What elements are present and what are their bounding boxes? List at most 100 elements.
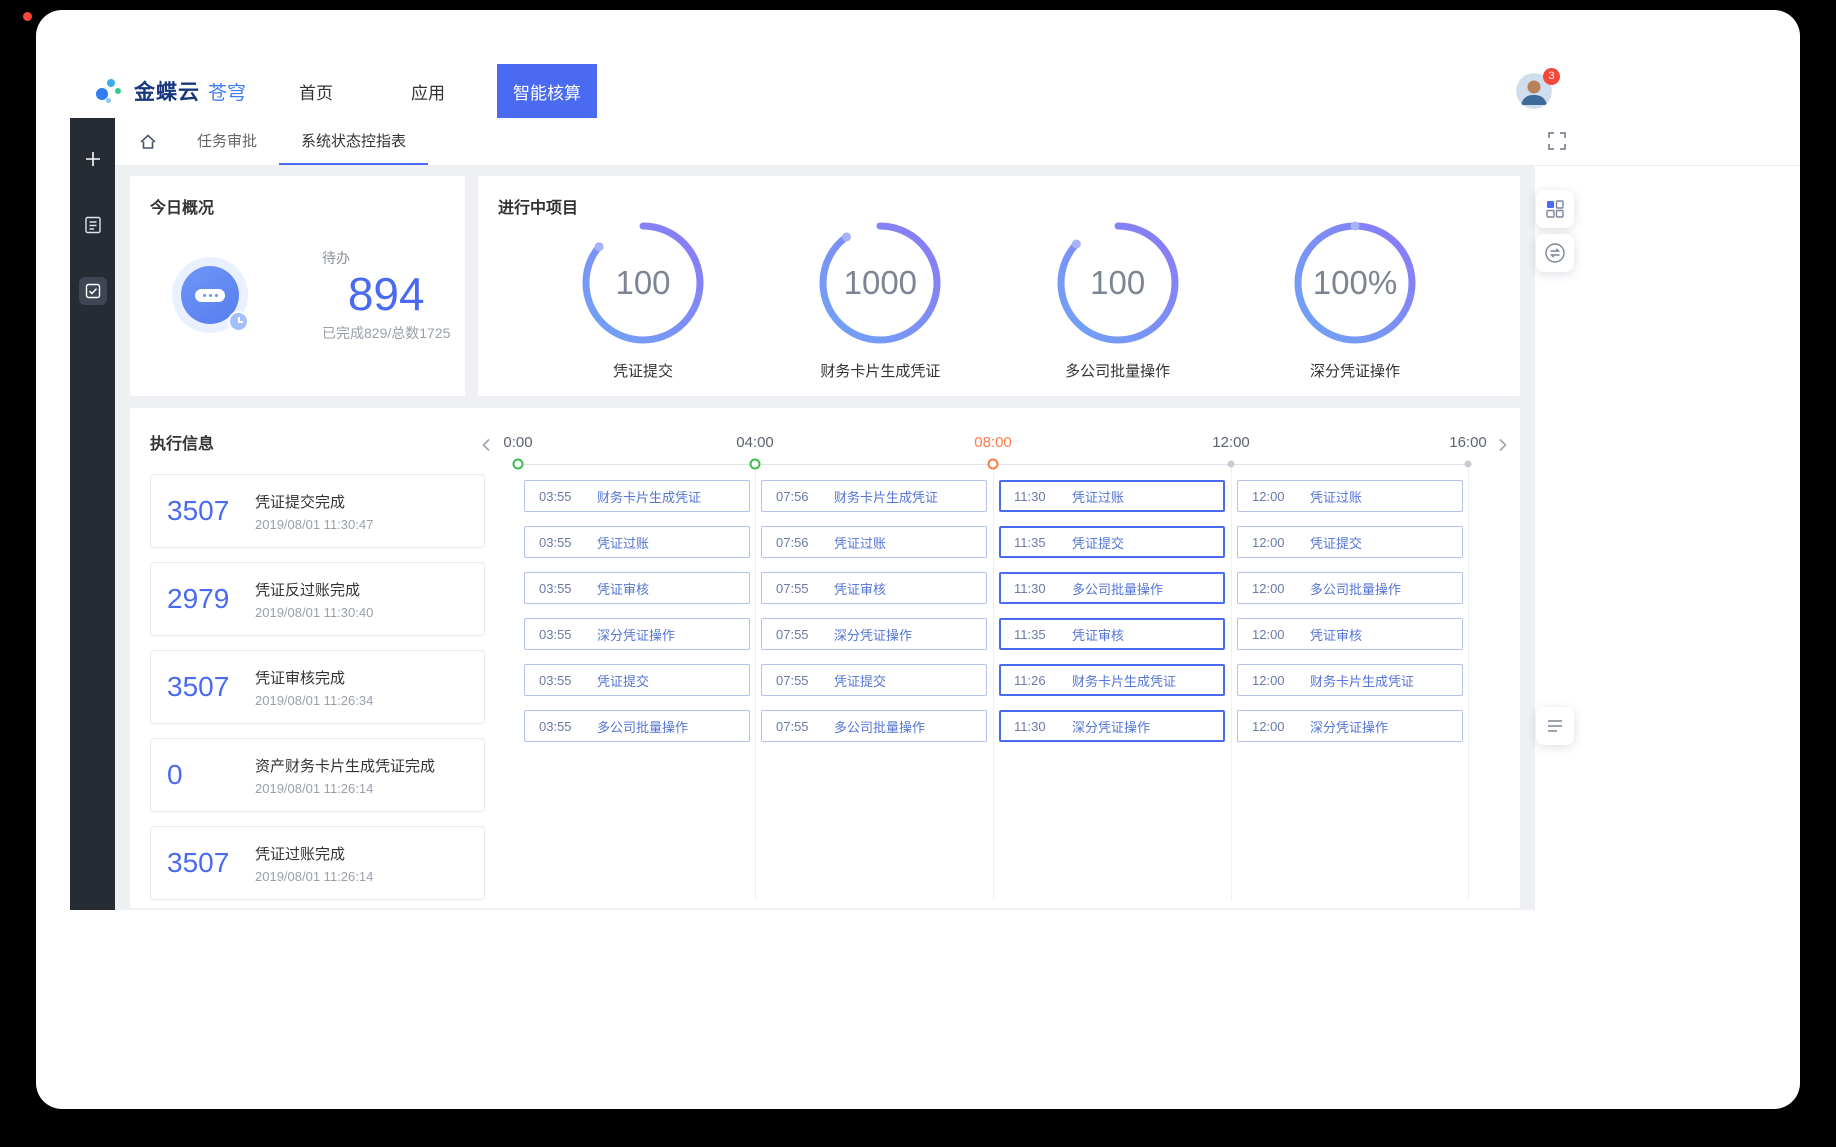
timeline-task[interactable]: 07:56财务卡片生成凭证 <box>761 480 987 512</box>
timeline-task[interactable]: 07:55多公司批量操作 <box>761 710 987 742</box>
sidebar-tasks-button[interactable] <box>78 276 108 306</box>
stat-card-3[interactable]: 3507凭证审核完成2019/08/01 11:26:34 <box>150 650 485 724</box>
task-label: 凭证提交 <box>1310 533 1362 552</box>
task-time: 11:30 <box>1014 489 1072 504</box>
task-label: 凭证过账 <box>1072 487 1124 506</box>
timeline-dot-green <box>513 459 524 470</box>
timeline-task[interactable]: 11:30多公司批量操作 <box>999 572 1225 604</box>
stat-label: 凭证审核完成 <box>255 667 373 688</box>
task-time: 07:56 <box>776 535 834 550</box>
task-label: 凭证提交 <box>1072 533 1124 552</box>
stat-card-5[interactable]: 3507凭证过账完成2019/08/01 11:26:14 <box>150 826 485 900</box>
timeline-task[interactable]: 11:30深分凭证操作 <box>999 710 1225 742</box>
timeline-task[interactable]: 07:55深分凭证操作 <box>761 618 987 650</box>
timeline-dot-gray <box>1465 461 1472 468</box>
timeline-task[interactable]: 12:00深分凭证操作 <box>1237 710 1463 742</box>
task-time: 12:00 <box>1252 627 1310 642</box>
stat-card-2[interactable]: 2979凭证反过账完成2019/08/01 11:30:40 <box>150 562 485 636</box>
timeline-task[interactable]: 12:00财务卡片生成凭证 <box>1237 664 1463 696</box>
timeline-task[interactable]: 03:55多公司批量操作 <box>524 710 750 742</box>
sidebar-forms-button[interactable] <box>78 210 108 240</box>
dashboard-icon <box>1545 199 1565 219</box>
timeline-task[interactable]: 12:00凭证提交 <box>1237 526 1463 558</box>
timeline-task[interactable]: 07:55凭证审核 <box>761 572 987 604</box>
task-time: 07:55 <box>776 581 834 596</box>
gauge-label: 多公司批量操作 <box>1065 360 1170 381</box>
left-sidebar <box>70 118 115 910</box>
task-time: 11:35 <box>1014 627 1072 642</box>
recording-dot <box>23 12 32 21</box>
fullscreen-icon <box>1547 131 1567 151</box>
timeline-task[interactable]: 11:30凭证过账 <box>999 480 1225 512</box>
execution-card: 执行信息 3507凭证提交完成2019/08/01 11:30:472979凭证… <box>130 408 1520 908</box>
timeline-task[interactable]: 03:55深分凭证操作 <box>524 618 750 650</box>
task-label: 凭证过账 <box>834 533 886 552</box>
timeline-column-1: 03:55财务卡片生成凭证03:55凭证过账03:55凭证审核03:55深分凭证… <box>524 480 750 756</box>
timeline-task[interactable]: 11:35凭证审核 <box>999 618 1225 650</box>
task-time: 11:35 <box>1014 535 1072 550</box>
timeline-task[interactable]: 11:35凭证提交 <box>999 526 1225 558</box>
timeline-tick-label: 0:00 <box>503 434 532 451</box>
stat-label: 资产财务卡片生成凭证完成 <box>255 755 435 776</box>
task-time: 07:55 <box>776 673 834 688</box>
timeline-task[interactable]: 03:55凭证提交 <box>524 664 750 696</box>
tab-bar: 任务审批系统状态控指表 <box>115 118 1800 166</box>
task-label: 凭证审核 <box>597 579 649 598</box>
timeline-task[interactable]: 11:26财务卡片生成凭证 <box>999 664 1225 696</box>
timeline-task[interactable]: 07:55凭证提交 <box>761 664 987 696</box>
task-time: 07:55 <box>776 719 834 734</box>
gauge-label: 深分凭证操作 <box>1310 360 1400 381</box>
stat-text-block: 凭证反过账完成2019/08/01 11:30:40 <box>255 579 373 620</box>
task-time: 12:00 <box>1252 673 1310 688</box>
nav-item-3[interactable]: 智能核算 <box>497 64 597 118</box>
tab-list: 任务审批系统状态控指表 <box>175 118 428 165</box>
stat-timestamp: 2019/08/01 11:26:14 <box>255 869 373 884</box>
task-time: 03:55 <box>539 627 597 642</box>
dashboard-tool-button[interactable] <box>1536 190 1574 228</box>
tab-2[interactable]: 系统状态控指表 <box>279 118 428 165</box>
timeline-task[interactable]: 12:00凭证过账 <box>1237 480 1463 512</box>
fullscreen-button[interactable] <box>1546 131 1568 153</box>
timeline-separator <box>1468 464 1469 900</box>
clock-icon <box>228 311 249 332</box>
stat-label: 凭证提交完成 <box>255 491 373 512</box>
logo-icon <box>94 76 124 106</box>
timeline-task[interactable]: 12:00多公司批量操作 <box>1237 572 1463 604</box>
nav-item-1[interactable]: 首页 <box>273 64 359 118</box>
tab-1[interactable]: 任务审批 <box>175 118 279 165</box>
gauge-value: 100 <box>578 218 708 348</box>
gauge-2: 1000财务卡片生成凭证 <box>815 218 945 381</box>
task-time: 03:55 <box>539 535 597 550</box>
gauge-ring-icon: 100 <box>1053 218 1183 348</box>
home-tab-button[interactable] <box>129 118 167 165</box>
timeline-separator <box>993 464 994 900</box>
home-icon <box>139 133 157 151</box>
task-label: 深分凭证操作 <box>1310 717 1388 736</box>
stat-label: 凭证反过账完成 <box>255 579 373 600</box>
timeline-task[interactable]: 03:55凭证过账 <box>524 526 750 558</box>
task-time: 12:00 <box>1252 535 1310 550</box>
exchange-tool-button[interactable] <box>1536 234 1574 272</box>
stat-label: 凭证过账完成 <box>255 843 373 864</box>
task-label: 深分凭证操作 <box>834 625 912 644</box>
quick-menu-button[interactable] <box>1536 707 1574 745</box>
timeline-task[interactable]: 03:55财务卡片生成凭证 <box>524 480 750 512</box>
task-time: 07:55 <box>776 627 834 642</box>
task-time: 03:55 <box>539 489 597 504</box>
task-label: 凭证审核 <box>1310 625 1362 644</box>
timeline-task[interactable]: 07:56凭证过账 <box>761 526 987 558</box>
user-avatar[interactable]: 3 <box>1516 73 1552 109</box>
timeline-task[interactable]: 12:00凭证审核 <box>1237 618 1463 650</box>
logo-brand-text: 金蝶云 <box>134 76 200 106</box>
task-time: 03:55 <box>539 581 597 596</box>
nav-item-2[interactable]: 应用 <box>385 64 471 118</box>
timeline-labels: 0:0004:0008:0012:0016:00 <box>485 434 1514 454</box>
stat-card-1[interactable]: 3507凭证提交完成2019/08/01 11:30:47 <box>150 474 485 548</box>
gauge-ring-icon: 100 <box>578 218 708 348</box>
dashboard-content: 今日概况 待办 894 已完成829/总数1725 进行中项目 100凭证提交1… <box>115 166 1535 910</box>
stat-card-4[interactable]: 0资产财务卡片生成凭证完成2019/08/01 11:26:14 <box>150 738 485 812</box>
task-time: 12:00 <box>1252 489 1310 504</box>
sidebar-add-button[interactable] <box>78 144 108 174</box>
task-label: 财务卡片生成凭证 <box>1072 671 1176 690</box>
timeline-task[interactable]: 03:55凭证审核 <box>524 572 750 604</box>
